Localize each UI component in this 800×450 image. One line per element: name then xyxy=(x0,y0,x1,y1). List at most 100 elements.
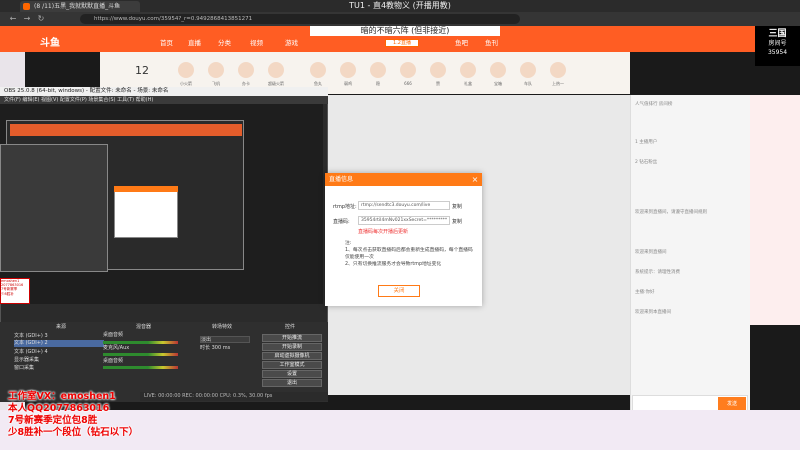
nav-link[interactable]: 视频 xyxy=(250,37,263,47)
exit-button[interactable]: 退出 xyxy=(262,379,322,387)
refresh-icon[interactable]: ↻ xyxy=(36,14,46,24)
banner-line: 三国 xyxy=(768,29,787,39)
ad-box-line: 少8胜补 xyxy=(1,291,14,296)
copy-key-button[interactable]: 复制 xyxy=(452,218,462,225)
dock-header: 转场特效 xyxy=(212,324,233,330)
dock-header: 控件 xyxy=(285,324,296,330)
chat-message: 主播:你好 xyxy=(635,290,655,295)
gift-label: 礼盒 xyxy=(464,81,472,86)
gift-label: 666 xyxy=(404,81,412,86)
source-item[interactable]: 窗口采集 xyxy=(14,365,104,372)
rtmp-field[interactable]: rtmp://sendtc3.douyu.com/live xyxy=(358,201,450,210)
forward-arrow-icon[interactable]: → xyxy=(22,14,32,24)
obs-preview xyxy=(0,104,323,304)
source-item[interactable]: 文本 (GDI+) 2 xyxy=(14,340,104,347)
mixer-label: 桌面音频 xyxy=(103,332,124,338)
gift-super-rocket-icon[interactable] xyxy=(268,62,284,78)
gift-team-icon[interactable] xyxy=(520,62,536,78)
gift-plane-icon[interactable] xyxy=(208,62,224,78)
key-label: 直播码: xyxy=(333,219,350,225)
gift-label: 宝箱 xyxy=(494,81,502,86)
transition-duration[interactable]: 时长 300 ms xyxy=(200,345,255,352)
transition-select[interactable]: 淡出 xyxy=(200,336,250,343)
nested-obs xyxy=(0,144,108,272)
gift-box-icon[interactable] xyxy=(460,62,476,78)
url-input[interactable]: https://www.douyu.com/35954?_r=0.9492868… xyxy=(80,14,520,24)
nav-link[interactable]: 游戏 xyxy=(285,37,298,47)
room-badge: 1.2直播 xyxy=(385,39,419,47)
dock-header: 混音器 xyxy=(136,324,152,330)
gift-card-icon[interactable] xyxy=(238,62,254,78)
nav-link[interactable]: 首页 xyxy=(160,37,173,47)
audio-meter xyxy=(103,353,178,356)
settings-button[interactable]: 设置 xyxy=(262,370,322,378)
dock-header: 来源 xyxy=(56,324,67,330)
promo-banner[interactable] xyxy=(750,95,800,325)
nested-dialog-head xyxy=(114,186,178,192)
studio-mode-button[interactable]: 工作室模式 xyxy=(262,361,322,369)
dialog-warning: 直播码每次开播后更新 xyxy=(358,229,409,235)
site-logo[interactable]: 斗鱼 xyxy=(40,34,60,49)
start-streaming-button[interactable]: 开始推流 xyxy=(262,334,322,342)
gift-label: 车队 xyxy=(524,81,532,86)
nav-link[interactable]: 直播 xyxy=(188,37,201,47)
gift-like-icon[interactable] xyxy=(430,62,446,78)
virtual-camera-button[interactable]: 启动虚拟摄像机 xyxy=(262,352,322,360)
promo-line: 7号新赛季定位包8胜 xyxy=(8,415,98,426)
gift-chick-icon[interactable] xyxy=(340,62,356,78)
chat-message: 人气值排行 房间榜 xyxy=(635,102,673,107)
source-item[interactable]: 文本 (GDI+) 3 xyxy=(14,333,104,340)
gift-fishball-icon[interactable] xyxy=(310,62,326,78)
nav-link[interactable]: 鱼吧 xyxy=(455,37,468,47)
nav-link[interactable]: 分类 xyxy=(218,37,231,47)
rtmp-label: rtmp地址: xyxy=(333,204,357,210)
room-title: 暗的不暗六阵 (但非接近) xyxy=(310,26,500,36)
gift-chest-icon[interactable] xyxy=(490,62,506,78)
note-line: 注: xyxy=(345,241,352,246)
tab-title: (8 /11)五黑_我就默默直播_斗鱼 xyxy=(34,3,121,10)
banner-line: 35954 xyxy=(767,49,788,56)
copy-rtmp-button[interactable]: 复制 xyxy=(452,203,462,210)
dialog-title: 直播信息 xyxy=(325,173,482,186)
source-item[interactable]: 显示器采集 xyxy=(14,357,104,364)
gift-666-icon[interactable] xyxy=(400,62,416,78)
promo-line: 本人QQ2077863016 xyxy=(8,403,110,414)
chat-message: 1 主播用户 xyxy=(635,140,658,145)
ad-thumbnail: emoshen1 2077863016 7号新赛季 少8胜补 xyxy=(0,278,30,304)
browser-tab[interactable]: (8 /11)五黑_我就默默直播_斗鱼 xyxy=(20,1,140,12)
promo-line: 工作室VX：emoshen1 xyxy=(8,391,116,402)
rank-count: 12 xyxy=(135,64,149,77)
mixer-label: 麦克风/Aux xyxy=(103,345,130,351)
chat-message: 欢迎来到本直播间 xyxy=(635,310,671,315)
stream-key-field[interactable]: 35954rtiI4mNv021xxSecret=********* xyxy=(358,216,450,225)
nested-dialog xyxy=(114,186,178,238)
start-recording-button[interactable]: 开始录制 xyxy=(262,343,322,351)
audio-meter xyxy=(103,341,178,344)
gift-hot-icon[interactable] xyxy=(550,62,566,78)
room-banner: 三国 房间号 35954 xyxy=(755,26,800,66)
back-arrow-icon[interactable]: ← xyxy=(8,14,18,24)
nested-header xyxy=(10,124,242,136)
close-icon[interactable]: × xyxy=(469,173,481,186)
mixer-label: 桌面音频 xyxy=(103,358,124,364)
audio-meter xyxy=(103,366,178,369)
gift-label: 弱鸡 xyxy=(344,81,352,86)
obs-title-bar: OBS 25.0.8 (64-bit, windows) - 配置文件: 未命名… xyxy=(0,87,328,96)
chat-send-button[interactable]: 发送 xyxy=(718,397,746,411)
site-favicon-icon xyxy=(23,3,30,10)
promo-text: 工作室VX：emoshen1 本人QQ2077863016 7号新赛季定位包8胜… xyxy=(8,391,208,439)
source-item[interactable]: 文本 (GDI+) 4 xyxy=(14,349,104,356)
gift-steady-icon[interactable] xyxy=(370,62,386,78)
dialog-close-button[interactable]: 关闭 xyxy=(378,285,420,297)
gift-label: 赞 xyxy=(436,81,440,86)
gift-label: 稳 xyxy=(376,81,380,86)
banner-line: 房间号 xyxy=(768,40,787,47)
chat-message: 欢迎来到直播间，请遵守直播间规则 xyxy=(635,210,707,215)
gift-label: 上热一 xyxy=(552,81,564,86)
obs-menu-bar[interactable]: 文件(F) 编辑(E) 视图(V) 配置文件(P) 场景集合(S) 工具(T) … xyxy=(0,96,328,104)
nav-link[interactable]: 鱼刊 xyxy=(485,37,498,47)
chat-message: 欢迎来到直播间 xyxy=(635,250,667,255)
overlay-title: TU1 - 直4教物义 (开播用教) xyxy=(349,1,451,10)
gift-rocket-icon[interactable] xyxy=(178,62,194,78)
note-line: 2、只有切换推流服务才会导致rtmp地址变化 xyxy=(345,262,442,267)
